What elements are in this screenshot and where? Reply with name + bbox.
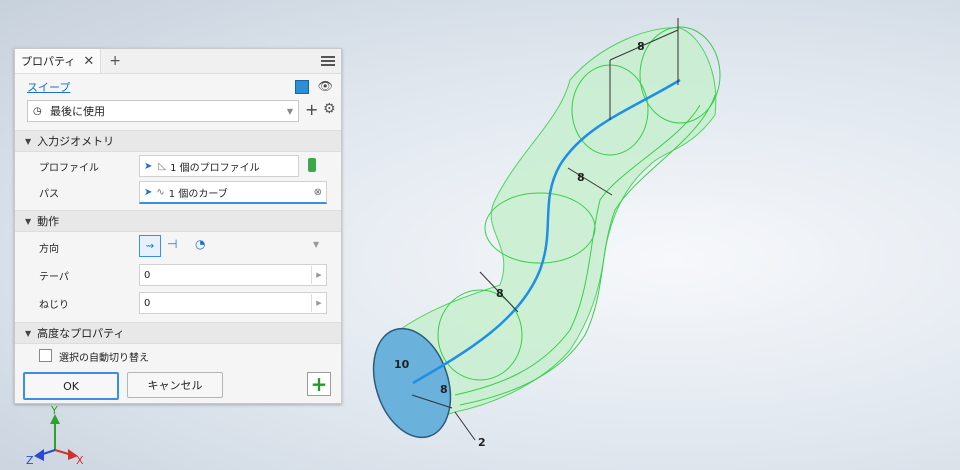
solid-select-icon[interactable] <box>308 158 316 172</box>
taper-input[interactable]: 0 ▶ <box>139 264 327 286</box>
auto-switch-row: 選択の自動切り替え <box>15 344 341 366</box>
tab-properties[interactable]: プロパティ ✕ <box>15 49 102 73</box>
parallel-direction-icon[interactable]: ⊣ <box>167 237 177 251</box>
profile-field-value: 1 個のプロファイル <box>170 162 260 174</box>
section-behavior[interactable]: ▼ 動作 <box>15 210 341 232</box>
command-link-sweep[interactable]: スイープ <box>27 79 70 95</box>
hamburger-menu-icon[interactable] <box>321 54 335 68</box>
dim-label-3[interactable]: 8 <box>496 287 504 300</box>
dim-label-5[interactable]: 8 <box>440 383 448 396</box>
clear-icon[interactable]: ⊗ <box>314 187 322 198</box>
dim-label-4[interactable]: 10 <box>394 358 410 371</box>
add-tab-icon[interactable]: + <box>109 53 121 69</box>
profile-shape-icon: ◺ <box>158 160 167 172</box>
panel-tabbar: プロパティ ✕ + <box>15 49 341 74</box>
command-row: スイープ 👁 <box>15 76 341 98</box>
collapse-icon-3: ▼ <box>25 328 32 338</box>
profile-label: プロファイル <box>39 163 99 174</box>
taper-input-value: 0 <box>144 269 151 281</box>
button-row: OK キャンセル + <box>15 366 341 400</box>
section-advanced-label: 高度なプロパティ <box>37 327 125 340</box>
chevron-down-icon-2[interactable]: ▼ <box>313 240 319 249</box>
cube-icon[interactable] <box>295 80 309 94</box>
select-arrow-icon: ➤ <box>144 160 153 172</box>
profile-field[interactable]: ➤ ◺ 1 個のプロファイル <box>139 155 299 177</box>
clock-icon: ◷ <box>33 105 42 117</box>
properties-panel: プロパティ ✕ + スイープ 👁 ◷ 最後に使用 ▼ + ⚙ ▼ 入力ジオメトリ… <box>14 48 342 404</box>
auto-switch-checkbox[interactable] <box>39 349 52 362</box>
chevron-down-icon: ▼ <box>286 106 293 116</box>
curve-icon: ∿ <box>156 186 165 198</box>
preset-select-value: 最後に使用 <box>50 105 105 118</box>
profile-row: プロファイル ➤ ◺ 1 個のプロファイル <box>15 152 341 178</box>
gear-icon[interactable]: ⚙ <box>323 101 336 117</box>
select-arrow-icon-2: ➤ <box>144 186 153 198</box>
path-row: パス ➤ ∿ 1 個のカーブ ⊗ <box>15 178 341 204</box>
twist-input-value: 0 <box>144 297 151 309</box>
add-preset-icon[interactable]: + <box>305 100 318 119</box>
dim-leader-6 <box>454 411 476 441</box>
direction-row: 方向 ⇝ ⊣ ◔ ▼ <box>15 232 341 260</box>
dim-label-6[interactable]: 2 <box>478 436 486 449</box>
section-behavior-label: 動作 <box>37 215 60 228</box>
preset-select[interactable]: ◷ 最後に使用 ▼ <box>27 100 299 122</box>
collapse-icon-2: ▼ <box>25 216 32 226</box>
axis-z-head <box>34 449 44 461</box>
dim-label-2[interactable]: 8 <box>577 171 585 184</box>
chevron-right-icon-2[interactable]: ▶ <box>311 294 326 312</box>
path-label: パス <box>39 189 59 200</box>
guide-rail-icon[interactable]: ◔ <box>195 237 205 251</box>
twist-input[interactable]: 0 ▶ <box>139 292 327 314</box>
dim-label-1[interactable]: 8 <box>637 40 645 53</box>
twist-label: ねじり <box>39 300 69 311</box>
eye-icon[interactable]: 👁 <box>318 79 333 93</box>
apply-plus-button[interactable]: + <box>307 372 331 396</box>
section-advanced[interactable]: ▼ 高度なプロパティ <box>15 322 341 344</box>
section-input-geometry-label: 入力ジオメトリ <box>37 135 115 148</box>
collapse-icon: ▼ <box>25 136 32 146</box>
path-field[interactable]: ➤ ∿ 1 個のカーブ ⊗ <box>139 181 327 204</box>
cancel-button[interactable]: キャンセル <box>127 372 223 398</box>
axis-x-label: X <box>76 454 84 467</box>
ok-button[interactable]: OK <box>23 372 119 400</box>
taper-row: テーパ 0 ▶ <box>15 260 341 288</box>
taper-label: テーパ <box>39 272 69 283</box>
tab-properties-label: プロパティ <box>21 55 76 68</box>
twist-row: ねじり 0 ▶ <box>15 288 341 316</box>
auto-switch-label: 選択の自動切り替え <box>59 353 149 364</box>
close-icon[interactable]: ✕ <box>83 54 94 69</box>
chevron-right-icon[interactable]: ▶ <box>311 266 326 284</box>
axis-z-label: Z <box>26 454 34 467</box>
preset-row: ◷ 最後に使用 ▼ + ⚙ <box>15 100 341 122</box>
section-input-geometry[interactable]: ▼ 入力ジオメトリ <box>15 130 341 152</box>
path-field-value: 1 個のカーブ <box>168 188 228 200</box>
direction-label: 方向 <box>39 244 59 255</box>
path-direction-icon[interactable]: ⇝ <box>139 235 161 257</box>
axis-y-label: Y <box>50 404 58 417</box>
